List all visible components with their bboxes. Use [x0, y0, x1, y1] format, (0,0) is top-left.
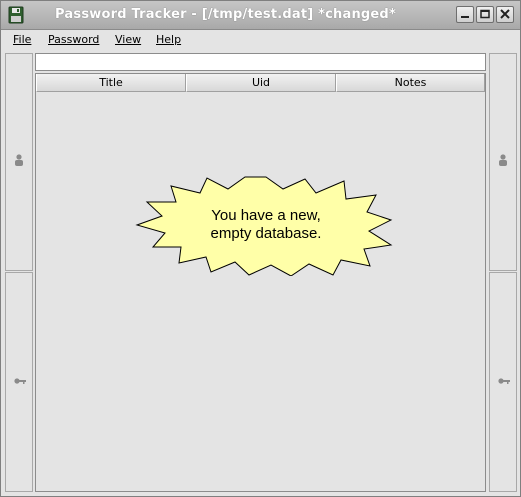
close-icon	[500, 9, 510, 19]
maximize-icon	[480, 9, 490, 19]
left-key-panel[interactable]	[5, 272, 33, 492]
maximize-button[interactable]	[476, 6, 494, 23]
empty-message-line2: empty database.	[210, 225, 322, 242]
empty-message-line1: You have a new,	[211, 207, 321, 224]
right-user-panel[interactable]	[489, 53, 517, 271]
empty-database-message: You have a new, empty database.	[135, 207, 397, 243]
menu-bar: File Password View Help	[1, 30, 520, 50]
password-table[interactable]: Title Uid Notes You have a new, empty da…	[35, 73, 486, 492]
key-icon	[14, 378, 26, 384]
menu-view[interactable]: View	[115, 33, 141, 46]
minimize-button[interactable]	[456, 6, 474, 23]
person-icon	[15, 154, 23, 166]
column-header-title[interactable]: Title	[36, 74, 186, 92]
column-header-notes[interactable]: Notes	[336, 74, 485, 92]
key-icon	[498, 378, 510, 384]
menu-password[interactable]: Password	[48, 33, 99, 46]
window-title: Password Tracker - [/tmp/test.dat] *chan…	[55, 7, 396, 22]
menu-file[interactable]: File	[13, 33, 31, 46]
close-button[interactable]	[496, 6, 514, 23]
app-window: Password Tracker - [/tmp/test.dat] *chan…	[0, 0, 521, 497]
person-icon	[499, 154, 507, 166]
right-key-panel[interactable]	[489, 272, 517, 492]
title-bar[interactable]: Password Tracker - [/tmp/test.dat] *chan…	[1, 1, 520, 30]
column-header-uid[interactable]: Uid	[186, 74, 336, 92]
search-input[interactable]	[35, 53, 486, 71]
left-user-panel[interactable]	[5, 53, 33, 271]
minimize-icon	[461, 16, 469, 18]
menu-help[interactable]: Help	[156, 33, 181, 46]
